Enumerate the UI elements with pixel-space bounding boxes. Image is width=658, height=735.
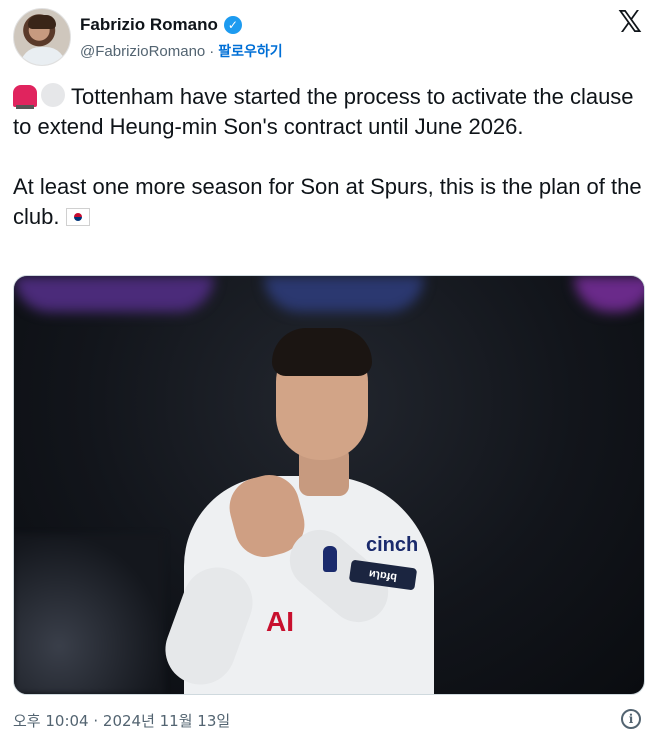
tweet-paragraph-2-text: At least one more season for Son at Spur…: [13, 174, 642, 229]
info-icon[interactable]: i: [621, 709, 641, 729]
author-handle[interactable]: @FabrizioRomano: [80, 43, 205, 60]
tweet-paragraph-2: At least one more season for Son at Spur…: [13, 172, 645, 232]
separator: ·: [209, 42, 215, 60]
verified-badge-icon: ✓: [223, 16, 242, 34]
tweet-paragraph-1-text: Tottenham have started the process to ac…: [13, 84, 634, 139]
stadium-light: [264, 276, 424, 312]
author-name-row: Fabrizio Romano ✓: [80, 15, 242, 35]
stadium-light: [14, 276, 214, 312]
tweet-footer: 오후 10:04 · 2024년 11월 13일 i: [13, 708, 645, 732]
tweet-header: Fabrizio Romano ✓ @FabrizioRomano · 팔로우하…: [13, 8, 645, 68]
tweet-text: Tottenham have started the process to ac…: [13, 82, 645, 232]
tweet-paragraph-1: Tottenham have started the process to ac…: [13, 82, 645, 142]
follow-button[interactable]: 팔로우하기: [218, 41, 282, 61]
player-hair: [272, 328, 372, 376]
stadium-light: [574, 276, 644, 312]
background-crowd: [14, 534, 164, 694]
avatar[interactable]: [13, 8, 71, 66]
siren-icon: [13, 85, 37, 109]
white-circle-icon: [41, 83, 65, 107]
south-korea-flag-icon: [65, 208, 90, 226]
tweet-photo[interactable]: cinch ᴎɿɒɟq AI: [13, 275, 645, 695]
shirt-logo: AI: [266, 606, 294, 637]
tweet-timestamp[interactable]: 오후 10:04 · 2024년 11월 13일: [13, 710, 230, 731]
author-name[interactable]: Fabrizio Romano: [80, 15, 218, 35]
author-handle-row: @FabrizioRomano · 팔로우하기: [80, 41, 283, 61]
shirt-sponsor: cinch: [366, 534, 419, 556]
club-crest-icon: [323, 546, 337, 572]
x-logo-icon[interactable]: 𝕏: [615, 8, 645, 38]
